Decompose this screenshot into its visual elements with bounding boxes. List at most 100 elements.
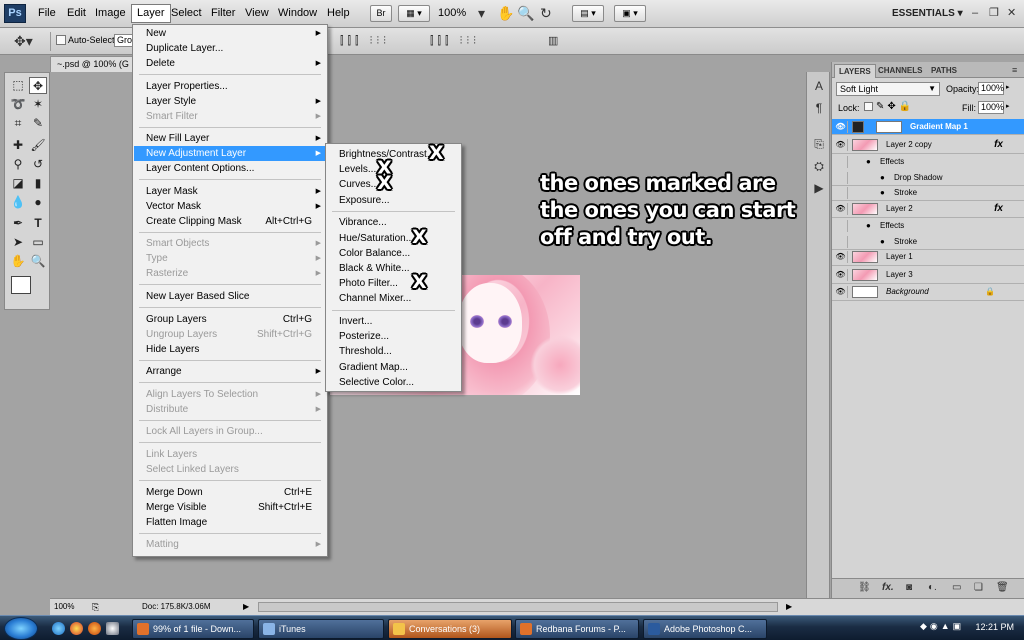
- layer-effect-row[interactable]: ● Effects: [832, 154, 1024, 170]
- layer-fx-badge[interactable]: fx: [994, 137, 1003, 153]
- lock-transparent-icon[interactable]: [864, 102, 873, 111]
- layer-menu-item-duplicate-layer[interactable]: Duplicate Layer...: [134, 41, 326, 56]
- paragraph-panel-icon[interactable]: ¶: [811, 100, 827, 116]
- opacity-field[interactable]: 100%: [978, 82, 1004, 95]
- eye-icon[interactable]: [834, 187, 848, 199]
- layer-effect-row[interactable]: ● Drop Shadow: [832, 170, 1024, 186]
- layer-row[interactable]: 👁 Layer 1: [832, 249, 1024, 266]
- status-arrow-icon[interactable]: ▶: [243, 600, 249, 614]
- history-panel-icon[interactable]: ⎘: [811, 136, 827, 152]
- tab-layers[interactable]: LAYERS: [834, 64, 876, 78]
- fill-arrow-icon[interactable]: ▸: [1006, 102, 1010, 110]
- taskbar-clock[interactable]: 12:21 PM: [975, 622, 1014, 632]
- eye-icon[interactable]: 👁: [834, 268, 848, 281]
- chrome-icon[interactable]: [70, 622, 83, 635]
- delete-layer-icon[interactable]: 🗑: [996, 582, 1009, 593]
- shape-tool-icon[interactable]: ▭: [29, 234, 47, 251]
- menu-select[interactable]: Select: [166, 4, 207, 23]
- link-layers-icon[interactable]: ⛓: [858, 582, 871, 593]
- effect-eye-icon[interactable]: ●: [880, 234, 885, 250]
- layer-menu-item-merge-visible[interactable]: Merge Visible Shift+Ctrl+E: [134, 500, 326, 515]
- menu-filter[interactable]: Filter: [206, 4, 240, 23]
- rotate-view-icon[interactable]: ↻: [540, 5, 552, 22]
- menu-help[interactable]: Help: [322, 4, 355, 23]
- healing-brush-icon[interactable]: ✚: [9, 137, 27, 154]
- clone-stamp-icon[interactable]: ⚲: [9, 156, 27, 173]
- layer-menu-item-merge-down[interactable]: Merge Down Ctrl+E: [134, 485, 326, 500]
- screen-mode-button[interactable]: ▣ ▾: [614, 5, 646, 22]
- adjustment-menu-item-posterize[interactable]: Posterize...: [327, 329, 460, 344]
- restore-icon[interactable]: ❐: [989, 5, 999, 22]
- layer-effect-row[interactable]: ● Effects: [832, 218, 1024, 234]
- adjustment-menu-item-photo-filter[interactable]: Photo Filter...: [327, 276, 460, 291]
- layer-row[interactable]: 👁 🔒 Background: [832, 284, 1024, 301]
- layer-mask-thumbnail[interactable]: [876, 121, 902, 133]
- eraser-tool-icon[interactable]: ◪: [9, 175, 27, 192]
- zoom-tool-panel-icon[interactable]: 🔍: [29, 253, 47, 270]
- tab-paths[interactable]: PATHS: [927, 64, 961, 78]
- history-brush-icon[interactable]: ↺: [29, 156, 47, 173]
- photoshop-logo[interactable]: Ps: [4, 4, 26, 23]
- character-panel-icon[interactable]: A: [811, 78, 827, 94]
- layer-menu-item-new-layer-based-slice[interactable]: New Layer Based Slice: [134, 289, 326, 304]
- adjustment-menu-item-hue-saturation[interactable]: Hue/Saturation...: [327, 231, 460, 246]
- layer-menu-item-delete[interactable]: Delete ▶: [134, 56, 326, 71]
- layer-row[interactable]: 👁 Layer 3: [832, 267, 1024, 284]
- path-selection-icon[interactable]: ➤: [9, 234, 27, 251]
- eye-icon[interactable]: [834, 171, 848, 184]
- adjustment-menu-item-exposure[interactable]: Exposure...: [327, 193, 460, 208]
- effect-eye-icon[interactable]: ●: [880, 185, 885, 201]
- eye-icon[interactable]: 👁: [834, 286, 848, 298]
- zoom-chevron-icon[interactable]: ▾: [478, 5, 485, 22]
- new-group-icon[interactable]: ▭: [952, 582, 961, 593]
- layer-menu-item-vector-mask[interactable]: Vector Mask ▶: [134, 199, 326, 214]
- adjustment-menu-item-vibrance[interactable]: Vibrance...: [327, 215, 460, 230]
- tray-icons[interactable]: ◆◉▲▣: [920, 621, 964, 632]
- zoom-level-dropdown[interactable]: 100%: [438, 5, 466, 22]
- fill-field[interactable]: 100%: [978, 101, 1004, 114]
- status-scrollbar[interactable]: [258, 602, 778, 612]
- taskbar-item-conversations-3[interactable]: Conversations (3): [388, 619, 512, 639]
- taskbar-item-adobe-photoshop-c[interactable]: Adobe Photoshop C...: [643, 619, 767, 639]
- blur-tool-icon[interactable]: 💧: [9, 194, 27, 211]
- pen-tool-icon[interactable]: ✒: [9, 215, 27, 232]
- adjustment-menu-item-levels[interactable]: Levels...: [327, 162, 460, 177]
- eye-icon[interactable]: 👁: [834, 251, 848, 263]
- crop-tool-icon[interactable]: ⌗: [9, 115, 27, 132]
- actions-panel-icon[interactable]: ⛭: [811, 158, 827, 174]
- layer-fx-badge[interactable]: fx: [994, 201, 1003, 217]
- menu-image[interactable]: Image: [90, 4, 131, 23]
- hand-tool-icon[interactable]: ✋: [497, 5, 514, 22]
- zoom-tool-icon[interactable]: 🔍: [517, 5, 534, 22]
- start-button[interactable]: [4, 617, 38, 640]
- menu-layer[interactable]: Layer: [131, 4, 171, 23]
- layer-style-icon[interactable]: fx.: [882, 582, 894, 593]
- eye-icon[interactable]: 👁: [834, 121, 848, 133]
- show-desktop-icon[interactable]: [106, 622, 119, 635]
- layer-menu-item-arrange[interactable]: Arrange ▶: [134, 364, 326, 379]
- effects-eye-icon[interactable]: ●: [866, 218, 871, 234]
- align-icons[interactable]: ⫿⫿⫿ ⫶⫶⫶: [340, 33, 390, 50]
- layer-effect-row[interactable]: ● Stroke: [832, 185, 1024, 201]
- taskbar-item-redbana-forums-p[interactable]: Redbana Forums - P...: [515, 619, 639, 639]
- adjustment-menu-item-curves[interactable]: Curves...: [327, 177, 460, 192]
- layer-mask-icon[interactable]: ◙: [906, 582, 912, 593]
- menu-window[interactable]: Window: [273, 4, 322, 23]
- status-zoom[interactable]: 100%: [54, 600, 74, 614]
- adjustment-menu-item-threshold[interactable]: Threshold...: [327, 344, 460, 359]
- hand-tool-panel-icon[interactable]: ✋: [9, 253, 27, 270]
- eye-icon[interactable]: 👁: [834, 138, 848, 151]
- auto-select-target-dropdown[interactable]: Gro: [114, 34, 134, 47]
- adjustment-menu-item-selective-color[interactable]: Selective Color...: [327, 375, 460, 390]
- close-icon[interactable]: ✕: [1007, 5, 1016, 22]
- workspace-switcher[interactable]: ESSENTIALS ▾: [892, 5, 963, 22]
- firefox-icon[interactable]: [88, 622, 101, 635]
- layer-menu-item-layer-style[interactable]: Layer Style ▶: [134, 94, 326, 109]
- opacity-arrow-icon[interactable]: ▸: [1006, 83, 1010, 91]
- scroll-right-icon[interactable]: ▶: [786, 600, 792, 614]
- layer-menu-item-layer-mask[interactable]: Layer Mask ▶: [134, 184, 326, 199]
- move-tool-icon[interactable]: ✥: [29, 77, 47, 94]
- layer-menu-item-layer-content-options[interactable]: Layer Content Options...: [134, 161, 326, 176]
- blend-mode-dropdown[interactable]: Soft Light ▼: [836, 82, 940, 96]
- marquee-tool-icon[interactable]: ⬚: [9, 77, 27, 94]
